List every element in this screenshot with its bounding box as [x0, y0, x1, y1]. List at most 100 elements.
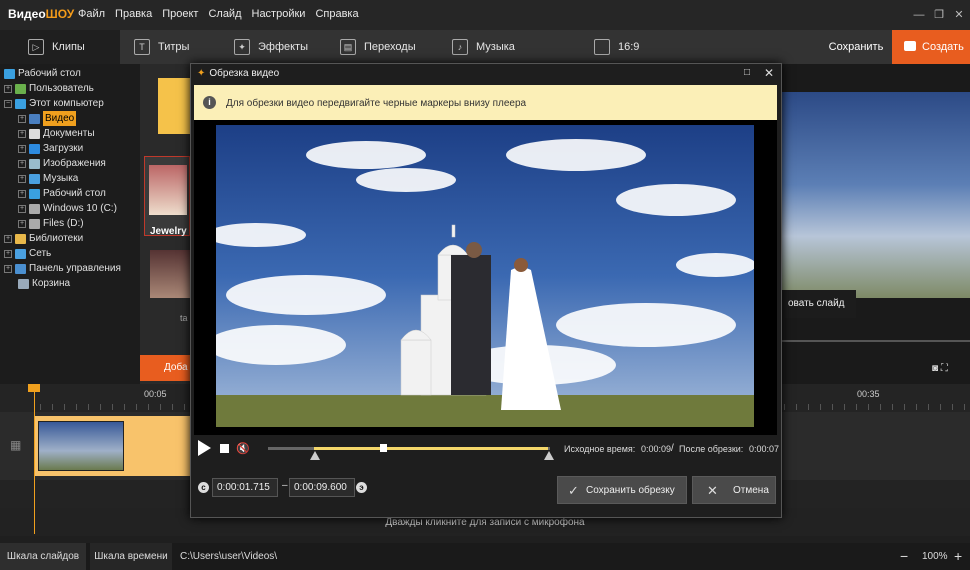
tree-item-user[interactable]: + Пользователь: [4, 81, 94, 96]
tree-item-control-panel[interactable]: + Панель управления: [4, 261, 121, 276]
ruler-tick: [136, 404, 137, 410]
menu-slide[interactable]: Слайд: [208, 8, 241, 20]
maximize-icon[interactable]: □: [744, 67, 750, 78]
video-folder-icon: [29, 113, 40, 124]
tree-item-desktop2[interactable]: + Рабочий стол: [18, 186, 106, 201]
menu-help[interactable]: Справка: [315, 8, 358, 20]
ruler-tick: [856, 404, 857, 410]
source-time-label: Исходное время:: [564, 444, 636, 454]
tree-item-recycle-bin[interactable]: Корзина: [18, 276, 70, 291]
tab-transitions[interactable]: ▤ Переходы: [340, 30, 416, 64]
tab-effects[interactable]: ✦ Эффекты: [234, 30, 308, 64]
ruler-tick: [892, 404, 893, 410]
tab-music[interactable]: ♪ Музыка: [452, 30, 515, 64]
tree-item-downloads[interactable]: + Загрузки: [18, 141, 83, 156]
trim-selection[interactable]: [314, 447, 548, 450]
menu-project[interactable]: Проект: [162, 8, 198, 20]
wedding-video-frame: [216, 125, 754, 427]
magic-wand-icon: ✦: [197, 68, 206, 79]
trim-start-marker[interactable]: [310, 451, 320, 460]
tree-item-libraries[interactable]: + Библиотеки: [4, 231, 83, 246]
menu-bar: Файл Правка Проект Слайд Настройки Справ…: [78, 8, 359, 20]
save-trim-button[interactable]: ✓ Сохранить обрезку: [557, 476, 687, 504]
drive-icon: [29, 203, 40, 214]
file-thumbnail[interactable]: [150, 250, 190, 298]
file-thumbnail[interactable]: [144, 156, 190, 236]
ruler-tick: [868, 404, 869, 410]
expand-icon: +: [18, 219, 26, 228]
user-icon: [15, 83, 26, 94]
tab-clips[interactable]: ▷ Клипы: [0, 30, 120, 64]
ruler-tick: [808, 404, 809, 410]
close-icon[interactable]: ✕: [764, 66, 774, 80]
ruler-tick: [172, 404, 173, 410]
separator: /: [671, 443, 674, 454]
tree-item-music[interactable]: + Музыка: [18, 171, 78, 186]
desktop-icon: [29, 188, 40, 199]
video-frame[interactable]: [216, 125, 754, 427]
tree-item-network[interactable]: + Сеть: [4, 246, 51, 261]
ruler-tick: [52, 404, 53, 410]
aspect-ratio-button[interactable]: 16:9: [594, 30, 639, 64]
zoom-level: 100%: [922, 551, 948, 562]
zoom-in-button[interactable]: +: [954, 548, 962, 564]
ruler-tick: [100, 404, 101, 410]
snapshot-fullscreen-icons[interactable]: ◙ ⛶: [932, 363, 948, 374]
after-trim-value: 0:00:07: [749, 444, 780, 454]
restore-icon[interactable]: ❐: [932, 8, 946, 22]
folder-tree: Рабочий стол + Пользователь − Этот компьют…: [0, 64, 140, 384]
tab-slide-scale[interactable]: Шкала слайдов: [0, 543, 86, 570]
ruler-tick: [64, 404, 65, 410]
dialog-title: ✦ Обрезка видео: [197, 68, 280, 79]
tree-item-this-pc[interactable]: − Этот компьютер: [4, 96, 104, 111]
zoom-out-button[interactable]: −: [900, 548, 908, 564]
end-time-field[interactable]: 0:00:09.600: [289, 478, 355, 497]
start-time-field[interactable]: 0:00:01.715: [212, 478, 278, 497]
play-button[interactable]: [198, 440, 211, 456]
menu-file[interactable]: Файл: [78, 8, 105, 20]
expand-icon: +: [4, 249, 12, 258]
tab-timeline[interactable]: Шкала времени: [90, 543, 172, 570]
save-project-button[interactable]: Сохранить: [820, 30, 892, 64]
ruler-tick: [832, 404, 833, 410]
folder-tile[interactable]: [158, 78, 190, 134]
ruler-label: 00:35: [857, 389, 880, 399]
expand-icon: +: [18, 129, 26, 138]
set-start-icon[interactable]: c: [198, 482, 209, 493]
tree-item-images[interactable]: + Изображения: [18, 156, 106, 171]
tree-item-drive-c[interactable]: + Windows 10 (C:): [18, 201, 117, 216]
menu-settings[interactable]: Настройки: [252, 8, 306, 20]
tree-item-drive-d[interactable]: + Files (D:): [18, 216, 84, 231]
preview-progress[interactable]: [782, 340, 970, 342]
edit-slide-button[interactable]: овать слайд: [782, 290, 856, 318]
ruler-tick: [880, 404, 881, 410]
add-button[interactable]: Доба: [140, 355, 190, 381]
stop-button[interactable]: [220, 444, 229, 453]
control-panel-icon: [15, 263, 26, 274]
tree-item-video[interactable]: + Видео: [18, 111, 77, 126]
thumbnail-image: [149, 165, 187, 215]
set-end-icon[interactable]: э: [356, 482, 367, 493]
playhead-handle[interactable]: [28, 384, 40, 392]
minimize-icon[interactable]: —: [912, 8, 926, 22]
clip-thumbnail[interactable]: [38, 421, 124, 471]
menu-edit[interactable]: Правка: [115, 8, 152, 20]
mute-icon[interactable]: 🔇: [236, 442, 250, 455]
magic-wand-icon: ✦: [234, 39, 250, 55]
clapper-icon: ▤: [340, 39, 356, 55]
music-icon: [29, 173, 40, 184]
expand-icon: +: [18, 204, 26, 213]
tree-item-desktop[interactable]: Рабочий стол: [4, 66, 81, 81]
playback-position-handle[interactable]: [380, 444, 387, 452]
playhead[interactable]: [34, 386, 35, 534]
tab-titles[interactable]: T Титры: [134, 30, 189, 64]
expand-icon: +: [18, 144, 26, 153]
app-logo: ВидеоШОУ: [8, 7, 75, 21]
close-icon[interactable]: ✕: [952, 8, 966, 22]
check-icon: ✓: [568, 483, 579, 498]
create-video-button[interactable]: Создать: [892, 30, 970, 64]
cancel-button[interactable]: ✕ Отмена: [692, 476, 776, 504]
tree-item-documents[interactable]: + Документы: [18, 126, 95, 141]
trim-end-marker[interactable]: [544, 451, 554, 460]
ruler-label: 00:05: [144, 389, 167, 399]
